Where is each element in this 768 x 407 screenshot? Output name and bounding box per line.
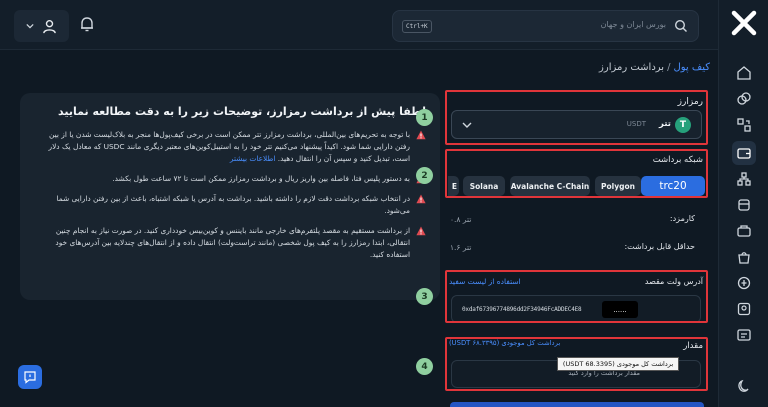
sidebar-item-profile[interactable] — [732, 297, 756, 321]
search-icon — [674, 19, 687, 32]
step-marker-1: 1 — [416, 109, 433, 126]
network-icon — [737, 172, 751, 186]
min-withdraw-value: ۱.۶ تتر — [450, 243, 472, 252]
notice-text: در انتخاب شبکه برداشت دقت لازم را داشته … — [56, 194, 410, 215]
chevron-down-icon — [26, 23, 34, 29]
chat-icon — [24, 371, 36, 384]
withdraw-notice-panel: لطفا پیش از برداشت رمزارز، توضیحات زیر ر… — [20, 93, 440, 300]
theme-toggle[interactable] — [732, 374, 756, 398]
sidebar-item-swap[interactable] — [732, 113, 756, 137]
user-menu-button[interactable] — [14, 10, 69, 42]
breadcrumb-current: برداشت رمزارز — [599, 62, 665, 73]
notice-item: به دستور پلیس فتا، فاصله بین واریز ریال … — [34, 173, 426, 185]
sidebar-item-exchange[interactable] — [732, 87, 756, 111]
notice-item: در انتخاب شبکه برداشت دقت لازم را داشته … — [34, 193, 426, 217]
exchange-icon — [737, 92, 751, 105]
bell-icon[interactable] — [78, 15, 96, 33]
breadcrumb-link-wallet[interactable]: کیف پول — [673, 62, 710, 73]
user-icon — [43, 19, 56, 33]
top-header: Ctrl+K بورس ایران و جهان — [0, 0, 718, 50]
notice-text: با توجه به تحریم‌های بین‌المللی، برداشت … — [48, 130, 410, 163]
notice-item: از برداشت مستقیم به مقصد پلتفرم‌های خارج… — [34, 225, 426, 261]
invest-icon — [737, 225, 751, 237]
warning-icon — [416, 130, 426, 140]
submit-button[interactable] — [450, 402, 704, 407]
search-placeholder: بورس ایران و جهان — [600, 20, 666, 29]
more-info-link[interactable]: اطلاعات بیشتر — [230, 154, 276, 163]
sidebar-item-wallet[interactable] — [732, 141, 756, 165]
rewards-icon — [737, 276, 751, 290]
sidebar — [718, 0, 768, 407]
search-input[interactable]: Ctrl+K بورس ایران و جهان — [392, 10, 699, 42]
notice-item: با توجه به تحریم‌های بین‌المللی، برداشت … — [34, 129, 426, 165]
sidebar-item-invest[interactable] — [732, 219, 756, 243]
reports-icon — [737, 329, 751, 341]
step-marker-3: 3 — [416, 288, 433, 305]
support-chat-button[interactable] — [18, 365, 42, 389]
sidebar-item-rewards[interactable] — [732, 271, 756, 295]
sidebar-item-cards[interactable] — [732, 193, 756, 217]
min-withdraw-label: حداقل قابل برداشت: — [624, 242, 695, 251]
profile-icon — [737, 302, 751, 316]
wallet-icon — [737, 148, 751, 159]
fee-label: کارمزد: — [669, 214, 695, 223]
swap-icon — [737, 118, 751, 132]
bag-icon — [738, 252, 750, 264]
step-marker-4: 4 — [416, 358, 433, 375]
annotation-box-network — [445, 149, 708, 198]
sidebar-item-network[interactable] — [732, 167, 756, 191]
fee-value: ۰.۸ تتر — [450, 215, 472, 224]
sidebar-item-shop[interactable] — [732, 245, 756, 269]
notice-text: به دستور پلیس فتا، فاصله بین واریز ریال … — [112, 174, 410, 183]
annotation-box-amount — [445, 337, 708, 391]
annotation-box-address — [445, 270, 708, 323]
warning-icon — [416, 226, 426, 236]
sidebar-item-home[interactable] — [732, 61, 756, 85]
moon-icon — [738, 379, 749, 392]
home-icon — [737, 66, 751, 80]
warning-icon — [416, 194, 426, 204]
cards-icon — [738, 199, 750, 211]
logo-icon[interactable] — [731, 10, 757, 36]
breadcrumb: کیف پول/برداشت رمزارز — [599, 62, 710, 73]
annotation-box-coin — [445, 90, 708, 145]
step-marker-2: 2 — [416, 167, 433, 184]
notice-text: از برداشت مستقیم به مقصد پلتفرم‌های خارج… — [55, 226, 410, 259]
shortcut-badge: Ctrl+K — [402, 20, 432, 33]
sidebar-item-reports[interactable] — [732, 323, 756, 347]
breadcrumb-separator: / — [667, 62, 671, 73]
notice-title: لطفا پیش از برداشت رمزارز، توضیحات زیر ر… — [58, 105, 426, 118]
